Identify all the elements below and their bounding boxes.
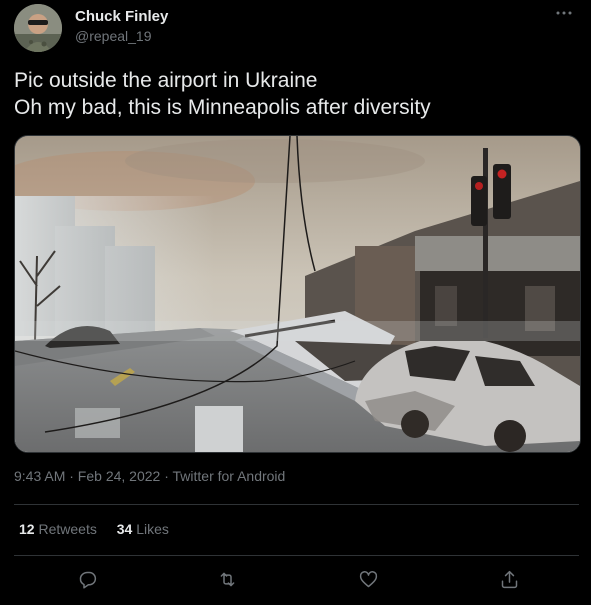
- likes-stat[interactable]: 34 Likes: [117, 521, 169, 537]
- display-name[interactable]: Chuck Finley: [75, 8, 168, 26]
- more-dots-icon[interactable]: [555, 6, 573, 18]
- likes-count: 34: [116, 521, 133, 537]
- retweet-button[interactable]: [214, 566, 240, 592]
- retweets-count: 12: [19, 521, 35, 537]
- tweet-stats: 12 Retweets 34 Likes: [19, 521, 185, 537]
- user-handle[interactable]: @repeal_19: [75, 26, 168, 46]
- likes-label: Likes: [136, 521, 169, 537]
- tweet-text: Pic outside the airport in Ukraine Oh my…: [14, 67, 574, 121]
- reply-icon: [79, 571, 96, 589]
- retweets-stat[interactable]: 12 Retweets: [19, 521, 97, 537]
- tweet: Chuck Finley @repeal_19 Pic outside the …: [0, 0, 591, 605]
- tweet-text-line: Pic outside the airport in Ukraine: [14, 69, 318, 92]
- share-button[interactable]: [496, 566, 522, 592]
- tweet-photo[interactable]: [14, 135, 581, 453]
- tweet-timestamp[interactable]: 9:43 AM · Feb 24, 2022 · Twitter for And…: [14, 468, 285, 484]
- reply-button[interactable]: [74, 566, 100, 592]
- avatar[interactable]: [14, 4, 62, 52]
- share-icon: [501, 570, 517, 588]
- retweet-icon: [220, 572, 234, 586]
- divider: [14, 504, 579, 505]
- tweet-text-line: Oh my bad, this is Minneapolis after div…: [14, 96, 431, 119]
- heart-icon: [359, 570, 377, 587]
- retweets-label: Retweets: [38, 521, 97, 537]
- like-button[interactable]: [355, 566, 381, 592]
- user-header: Chuck Finley @repeal_19: [75, 8, 168, 46]
- divider: [14, 555, 579, 556]
